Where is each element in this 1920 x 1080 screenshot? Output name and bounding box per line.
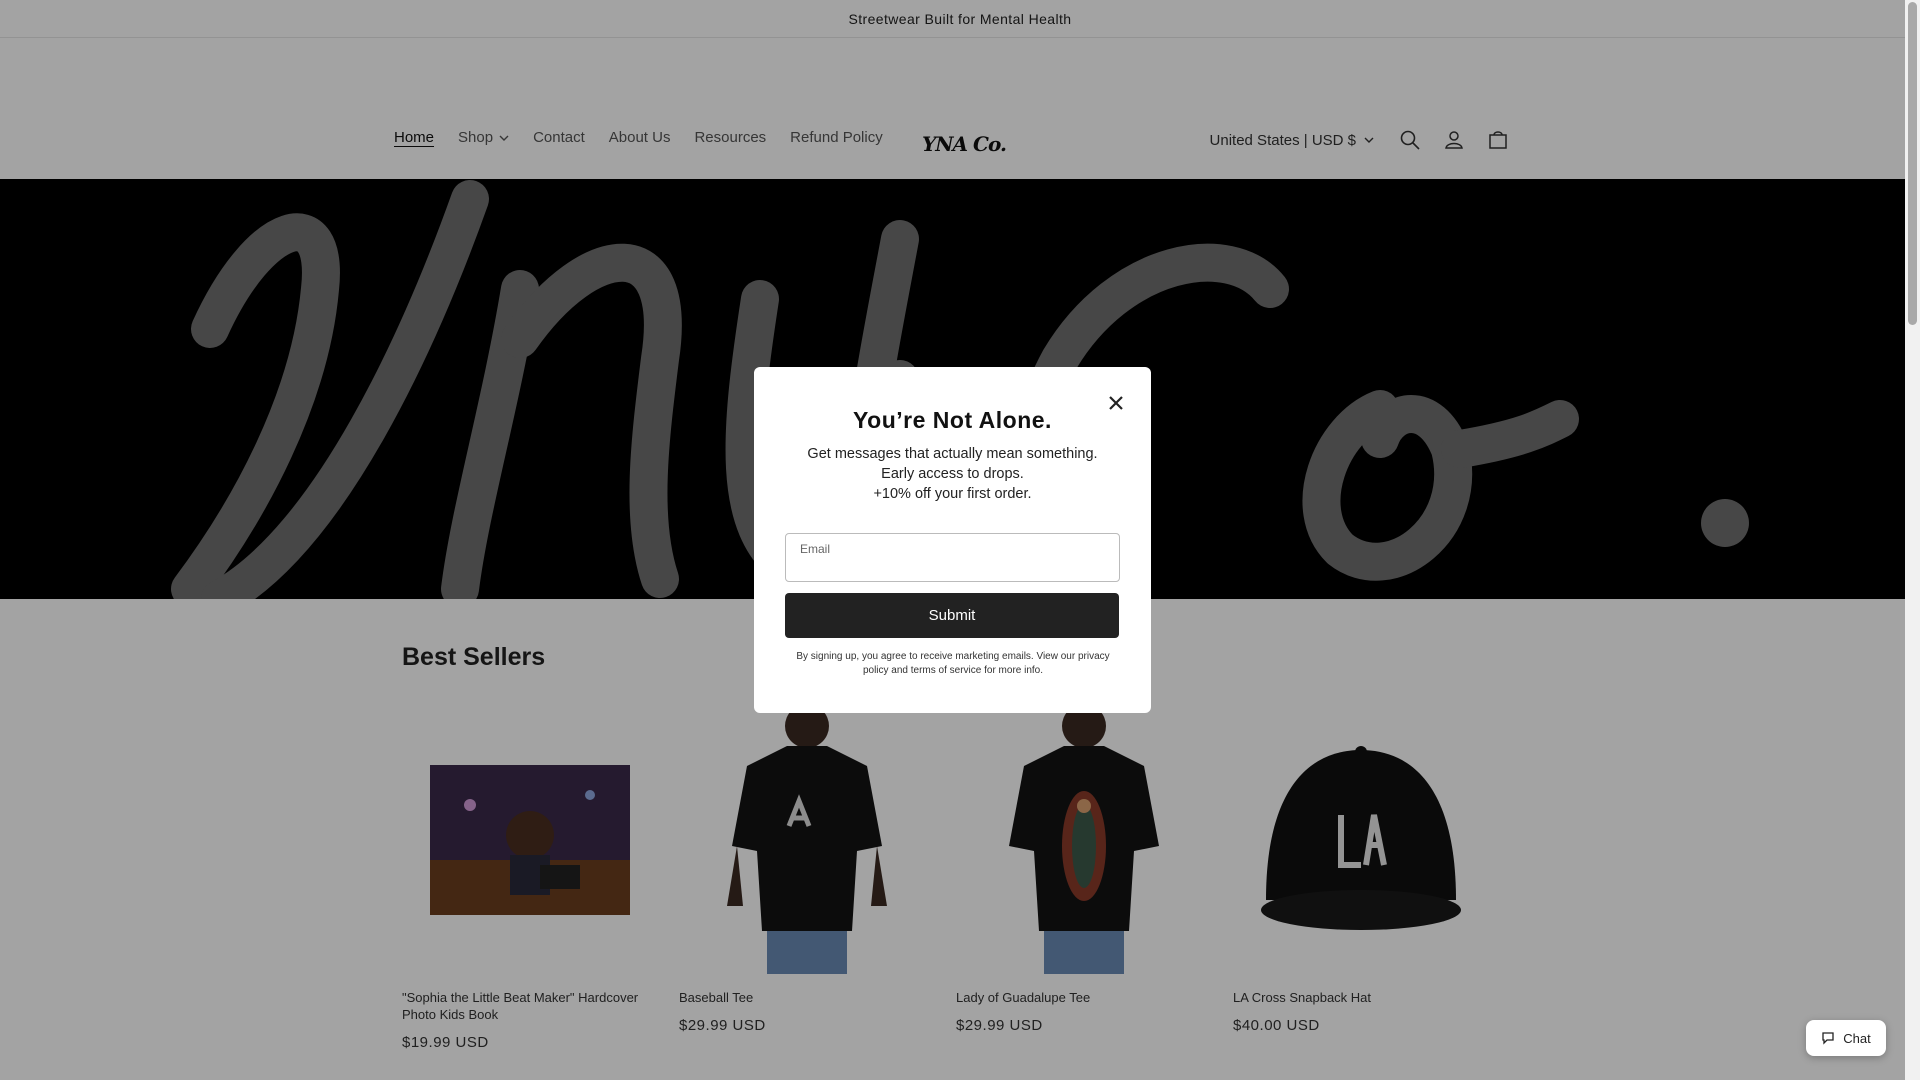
email-field[interactable]: Email (785, 533, 1120, 582)
submit-button[interactable]: Submit (785, 593, 1119, 638)
email-label: Email (800, 542, 831, 556)
scrollbar[interactable] (1905, 0, 1920, 1080)
close-icon[interactable] (1107, 394, 1125, 412)
chat-bubble-icon (1822, 1032, 1834, 1045)
modal-line-3: +10% off your first order. (873, 486, 1032, 502)
modal-body: Get messages that actually mean somethin… (754, 444, 1151, 504)
modal-title: You’re Not Alone. (853, 407, 1052, 433)
chat-button[interactable]: Chat (1806, 1020, 1886, 1056)
newsletter-modal: You’re Not Alone. Get messages that actu… (754, 367, 1151, 713)
scrollbar-thumb[interactable] (1908, 2, 1917, 325)
legal-text: By signing up, you agree to receive mark… (796, 651, 1110, 676)
modal-line-2: Early access to drops. (881, 466, 1024, 482)
submit-label: Submit (928, 607, 976, 624)
modal-line-1: Get messages that actually mean somethin… (807, 446, 1098, 462)
chat-label: Chat (1843, 1030, 1871, 1046)
